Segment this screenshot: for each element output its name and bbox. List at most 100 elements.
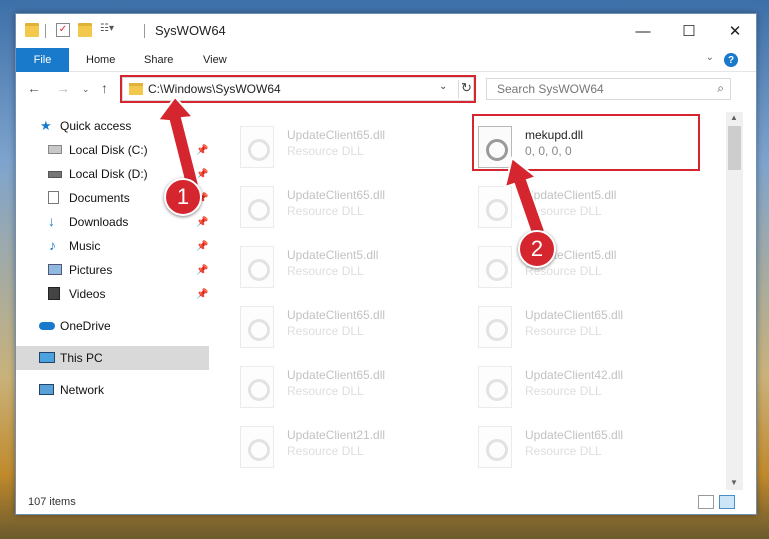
dll-file-icon bbox=[240, 426, 274, 468]
vertical-scrollbar[interactable]: ▲ ▼ bbox=[726, 112, 743, 490]
ribbon: File Home Share View ⌄ ? bbox=[16, 48, 756, 72]
folder-icon bbox=[25, 23, 39, 37]
file-name: UpdateClient65.dll bbox=[287, 368, 386, 382]
file-type: Resource DLL bbox=[525, 324, 602, 338]
file-type: Resource DLL bbox=[287, 324, 364, 338]
navigation-pane: ★ Quick access Local Disk (C:) 📌 Local D… bbox=[16, 112, 212, 482]
tab-home[interactable]: Home bbox=[86, 48, 115, 72]
forward-button[interactable]: → bbox=[56, 80, 70, 96]
dll-file-icon bbox=[478, 366, 512, 408]
explorer-window: ✓ ☷▾ SysWOW64 — ☐ ✕ File Home Share View… bbox=[15, 13, 757, 515]
sidebar-item-pictures[interactable]: Pictures 📌 bbox=[16, 258, 209, 282]
tab-file[interactable]: File bbox=[16, 48, 69, 72]
sidebar-item-label: Network bbox=[60, 383, 105, 397]
pin-icon[interactable]: 📌 bbox=[196, 265, 208, 276]
sidebar-item-label: Local Disk (C:) bbox=[69, 143, 148, 157]
search-icon[interactable]: ⌕ bbox=[717, 81, 724, 96]
sidebar-item-label: Music bbox=[69, 239, 101, 253]
scroll-thumb[interactable] bbox=[728, 126, 741, 170]
drive-icon bbox=[48, 145, 62, 154]
list-item[interactable]: UpdateClient65.dll Resource DLL bbox=[232, 120, 460, 172]
music-icon: ♪ bbox=[49, 237, 56, 253]
properties-icon[interactable]: ✓ bbox=[56, 23, 70, 37]
details-view-icon[interactable] bbox=[698, 495, 714, 509]
dll-file-icon bbox=[240, 246, 274, 288]
pin-icon[interactable]: 📌 bbox=[196, 145, 208, 156]
sidebar-item-label: Downloads bbox=[69, 215, 129, 229]
close-button[interactable]: ✕ bbox=[712, 14, 758, 48]
pictures-icon bbox=[48, 264, 62, 275]
pc-icon bbox=[39, 352, 55, 363]
dll-file-icon bbox=[478, 246, 512, 288]
documents-icon bbox=[48, 191, 59, 204]
customize-qat-icon[interactable]: ☷▾ bbox=[100, 23, 114, 37]
divider bbox=[45, 24, 46, 38]
tab-share[interactable]: Share bbox=[144, 48, 173, 72]
file-name: UpdateClient65.dll bbox=[525, 308, 624, 322]
list-item[interactable]: UpdateClient21.dll Resource DLL bbox=[232, 420, 460, 472]
sidebar-item-label: OneDrive bbox=[60, 319, 111, 333]
step-1-badge: 1 bbox=[164, 178, 202, 216]
highlight-file-box bbox=[472, 114, 700, 171]
pin-icon[interactable]: 📌 bbox=[196, 169, 208, 180]
dll-file-icon bbox=[240, 366, 274, 408]
list-item[interactable]: UpdateClient65.dll Resource DLL bbox=[232, 180, 460, 232]
window-title: SysWOW64 bbox=[155, 23, 226, 38]
sidebar-item-this-pc[interactable]: This PC bbox=[16, 346, 209, 370]
help-icon[interactable]: ? bbox=[724, 53, 738, 67]
large-icons-view-icon[interactable] bbox=[719, 495, 735, 509]
sidebar-item-onedrive[interactable]: OneDrive bbox=[16, 314, 209, 338]
dll-file-icon bbox=[478, 426, 512, 468]
dll-file-icon bbox=[240, 186, 274, 228]
sidebar-item-label: Local Disk (D:) bbox=[69, 167, 148, 181]
list-item[interactable]: UpdateClient65.dll Resource DLL bbox=[470, 300, 698, 352]
status-bar: 107 items bbox=[16, 490, 756, 515]
dll-file-icon bbox=[240, 126, 274, 168]
drive-icon bbox=[48, 171, 62, 178]
star-icon: ★ bbox=[40, 118, 52, 133]
recent-locations-button[interactable]: ⌄ bbox=[82, 84, 90, 95]
new-folder-icon[interactable] bbox=[78, 23, 92, 37]
search-placeholder: Search SysWOW64 bbox=[497, 82, 604, 96]
scroll-down-icon[interactable]: ▼ bbox=[730, 478, 738, 487]
search-input[interactable]: Search SysWOW64 ⌕ bbox=[486, 78, 731, 100]
list-item[interactable]: UpdateClient65.dll Resource DLL bbox=[232, 300, 460, 352]
back-button[interactable]: ← bbox=[27, 80, 41, 96]
list-item[interactable]: UpdateClient42.dll Resource DLL bbox=[470, 360, 698, 412]
sidebar-item-music[interactable]: ♪ Music 📌 bbox=[16, 234, 209, 258]
sidebar-item-quick-access[interactable]: ★ Quick access bbox=[16, 114, 209, 138]
sidebar-item-label: Videos bbox=[69, 287, 106, 301]
file-type: Resource DLL bbox=[287, 264, 364, 278]
expand-ribbon-icon[interactable]: ⌄ bbox=[706, 52, 714, 63]
sidebar-item-network[interactable]: Network bbox=[16, 378, 209, 402]
maximize-button[interactable]: ☐ bbox=[666, 14, 712, 48]
sidebar-item-videos[interactable]: Videos 📌 bbox=[16, 282, 209, 306]
up-button[interactable]: ↑ bbox=[101, 80, 108, 96]
sidebar-item-local-disk-c[interactable]: Local Disk (C:) 📌 bbox=[16, 138, 209, 162]
list-item[interactable]: UpdateClient65.dll Resource DLL bbox=[232, 360, 460, 412]
file-type: Resource DLL bbox=[287, 204, 364, 218]
sidebar-item-label: Quick access bbox=[60, 119, 132, 133]
minimize-button[interactable]: — bbox=[620, 14, 666, 48]
file-type: Resource DLL bbox=[525, 444, 602, 458]
step-2-badge: 2 bbox=[518, 230, 556, 268]
sidebar-item-label: This PC bbox=[60, 351, 103, 365]
list-item[interactable]: UpdateClient5.dll Resource DLL bbox=[470, 240, 698, 292]
scroll-up-icon[interactable]: ▲ bbox=[730, 113, 738, 122]
tab-view[interactable]: View bbox=[203, 48, 227, 72]
item-count: 107 items bbox=[28, 496, 76, 508]
sidebar-item-label: Pictures bbox=[69, 263, 113, 277]
pin-icon[interactable]: 📌 bbox=[196, 241, 208, 252]
sidebar-item-label: Documents bbox=[69, 191, 130, 205]
pin-icon[interactable]: 📌 bbox=[196, 289, 208, 300]
list-item[interactable]: UpdateClient5.dll Resource DLL bbox=[470, 180, 698, 232]
list-item[interactable]: UpdateClient5.dll Resource DLL bbox=[232, 240, 460, 292]
dll-file-icon bbox=[478, 306, 512, 348]
file-name: UpdateClient5.dll bbox=[525, 188, 617, 202]
pin-icon[interactable]: 📌 bbox=[196, 217, 208, 228]
highlight-address-box bbox=[120, 75, 476, 103]
file-name: UpdateClient65.dll bbox=[287, 308, 386, 322]
list-item[interactable]: UpdateClient65.dll Resource DLL bbox=[470, 420, 698, 472]
network-icon bbox=[39, 384, 54, 395]
file-name: UpdateClient42.dll bbox=[525, 368, 624, 382]
